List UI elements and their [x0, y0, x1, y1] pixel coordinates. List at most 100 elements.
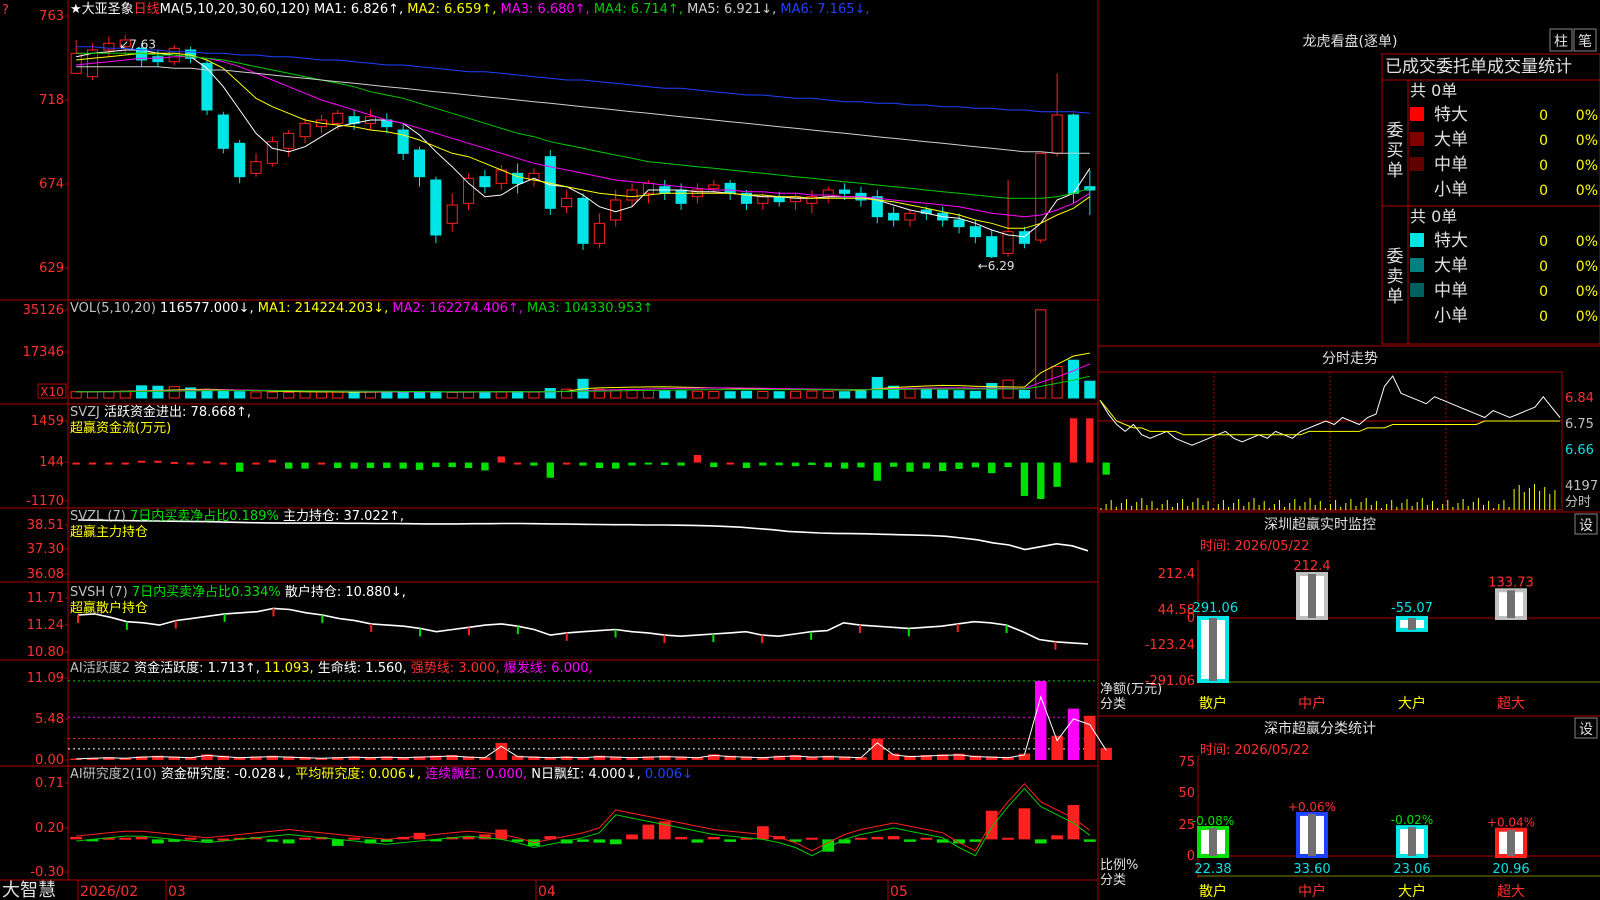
- vol-header-part-4: MA3: 104330.953↑: [527, 301, 653, 316]
- sz-class-time: 时间: 2026/05/22: [1200, 743, 1309, 758]
- ai2-bar-58: [1018, 808, 1031, 840]
- main-header-part-3: MA1: 6.826↑,: [314, 2, 407, 17]
- sz-class-ylabel: 比例%: [1100, 858, 1138, 873]
- ai1-header: AI活跃度2 资金活跃度: 1.713↑, 11.093, 生命线: 1.560…: [70, 660, 593, 676]
- sz-monitor-ylabel: 净额(万元): [1100, 682, 1162, 697]
- vol-bar-59: [1035, 309, 1047, 399]
- svzj-bar-38: [693, 454, 702, 463]
- vol-bar-10: [234, 391, 246, 399]
- svzj-bar-52: [922, 462, 931, 469]
- ai2-header-part-4: N日飘红: 4.000↓,: [531, 766, 645, 782]
- lhb-buy-label-1: 买: [1387, 141, 1404, 161]
- vol-bar-21: [413, 391, 426, 399]
- vol-bar-54: [953, 390, 965, 399]
- svzj-bar-9: [219, 462, 227, 465]
- vol-header-part-1: 116577.000↓,: [160, 301, 258, 316]
- fenshi-vol-label: 分时: [1565, 495, 1591, 510]
- candle-body-33: [610, 199, 622, 221]
- main-y-tick-3: 629: [39, 261, 64, 276]
- lhb-trade-button[interactable]: 笔: [1578, 34, 1592, 50]
- ai1-header-part-0: AI活跃度2: [70, 660, 134, 676]
- svzj-bar-17: [350, 462, 358, 469]
- ai2-bar-37: [675, 836, 687, 840]
- vol-bar-25: [479, 391, 491, 399]
- svzj-header-1-part-0: SVZJ: [70, 405, 104, 420]
- sz-monitor-bar-shade-0: [1209, 618, 1217, 681]
- sz-monitor-title: 深圳超赢实时监控: [1264, 516, 1376, 533]
- vol-bar-17: [348, 391, 360, 399]
- stock-chart-canvas[interactable]: 763 718 674 629? ↙7.63 ←6.29 ★大亚圣象日线MA(5,10,20…: [0, 0, 1600, 900]
- svzj-y-tick-2: -1170: [26, 494, 64, 509]
- ai1-header-part-5: 爆发线: 6.000,: [504, 660, 593, 676]
- svzj-bar-60: [1053, 462, 1061, 487]
- lhb-column-button[interactable]: 柱: [1554, 34, 1568, 50]
- lhb-buy-label-0: 委: [1387, 121, 1404, 141]
- sz-class-bar-shade-1: [1308, 813, 1316, 856]
- svsh-header-1-part-1: 7日内买卖净占比0.334%: [132, 584, 285, 600]
- ai2-bar-7: [184, 837, 197, 840]
- ai2-bar-38: [691, 839, 704, 843]
- svzj-bar-59: [1037, 462, 1045, 499]
- candle-body-20: [397, 129, 409, 154]
- main-y-tick-2: 674: [39, 177, 64, 192]
- ai1-header-part-4: 强势线: 3.000,: [411, 660, 504, 676]
- vol-bar-16: [332, 391, 344, 399]
- svzj-bar-56: [988, 462, 996, 474]
- ai2-bar-5: [152, 839, 164, 844]
- svzj-bar-53: [939, 462, 947, 472]
- vol-bar-47: [839, 391, 851, 399]
- vol-bar-62: [1084, 380, 1096, 399]
- lhb-buy-count-3: 0: [1539, 183, 1548, 199]
- vol-header-part-3: MA2: 162274.406↑,: [392, 301, 527, 316]
- svzj-header-1: SVZJ 活跃资金进出: 78.668↑,: [70, 404, 251, 420]
- vol-bar-0: [70, 391, 82, 399]
- svzj-bar-0: [72, 462, 80, 465]
- svzj-bar-41: [742, 462, 751, 469]
- lhb-sell-count-2: 0: [1539, 284, 1548, 300]
- svzj-y-tick-0: 1459: [31, 414, 64, 429]
- date-label-3: 05: [890, 884, 908, 900]
- background: [0, 0, 1600, 900]
- ai2-bar-57: [1002, 837, 1014, 840]
- vol-bar-20: [397, 391, 409, 399]
- candle-body-24: [462, 177, 475, 204]
- candle-body-50: [888, 212, 900, 221]
- help-icon[interactable]: ?: [2, 3, 9, 18]
- vol-bar-37: [675, 390, 687, 399]
- lhb-sell-swatch-3: [1410, 308, 1424, 322]
- candle-body-59: [1035, 152, 1047, 241]
- ai2-bar-59: [1034, 839, 1047, 844]
- vol-y-tick-0: 35126: [23, 303, 64, 318]
- lhb-buy-pct-3: 0%: [1576, 183, 1598, 199]
- svzj-bar-44: [791, 462, 800, 467]
- sz-class-bar-shade-3: [1507, 829, 1515, 856]
- sz-class-set-button[interactable]: 设: [1579, 722, 1593, 738]
- ai2-bar-55: [969, 839, 982, 842]
- svsh-y-tick-0: 11.71: [27, 591, 64, 606]
- sz-monitor-cat-0: 散户: [1199, 695, 1227, 712]
- date-label-1: 03: [168, 884, 186, 900]
- vol-bar-56: [986, 383, 998, 399]
- svzj-bar-63: [1102, 462, 1110, 475]
- sz-class-cat-1: 中户: [1298, 883, 1326, 900]
- ai2-bar-42: [756, 826, 769, 840]
- svsh-header-1-part-2: 散户持仓: 10.880↓,: [285, 584, 406, 600]
- candle-body-31: [577, 197, 589, 244]
- svzj-bar-8: [203, 461, 211, 464]
- sz-monitor-set-button[interactable]: 设: [1579, 518, 1593, 534]
- svzj-bar-4: [137, 460, 146, 463]
- candle-body-60: [1051, 114, 1063, 154]
- svsh-header-2: 超赢散户持仓: [70, 600, 148, 616]
- vol-bar-52: [920, 389, 932, 399]
- svzl-y-tick-2: 36.08: [27, 567, 64, 582]
- main-header-part-0: ★大亚圣象: [70, 2, 134, 17]
- sz-monitor-value-3: 133.73: [1488, 575, 1534, 590]
- main-header-part-1: 日线: [134, 2, 160, 17]
- svzj-bar-35: [644, 462, 653, 465]
- ai1-bar-49: [871, 738, 884, 760]
- vol-header-part-0: VOL(5,10,20): [70, 301, 160, 316]
- vol-bar-35: [642, 389, 654, 399]
- vol-bar-1: [86, 391, 99, 399]
- ai1-header-part-2: 11.093,: [264, 661, 318, 676]
- fenshi-title: 分时走势: [1322, 351, 1378, 367]
